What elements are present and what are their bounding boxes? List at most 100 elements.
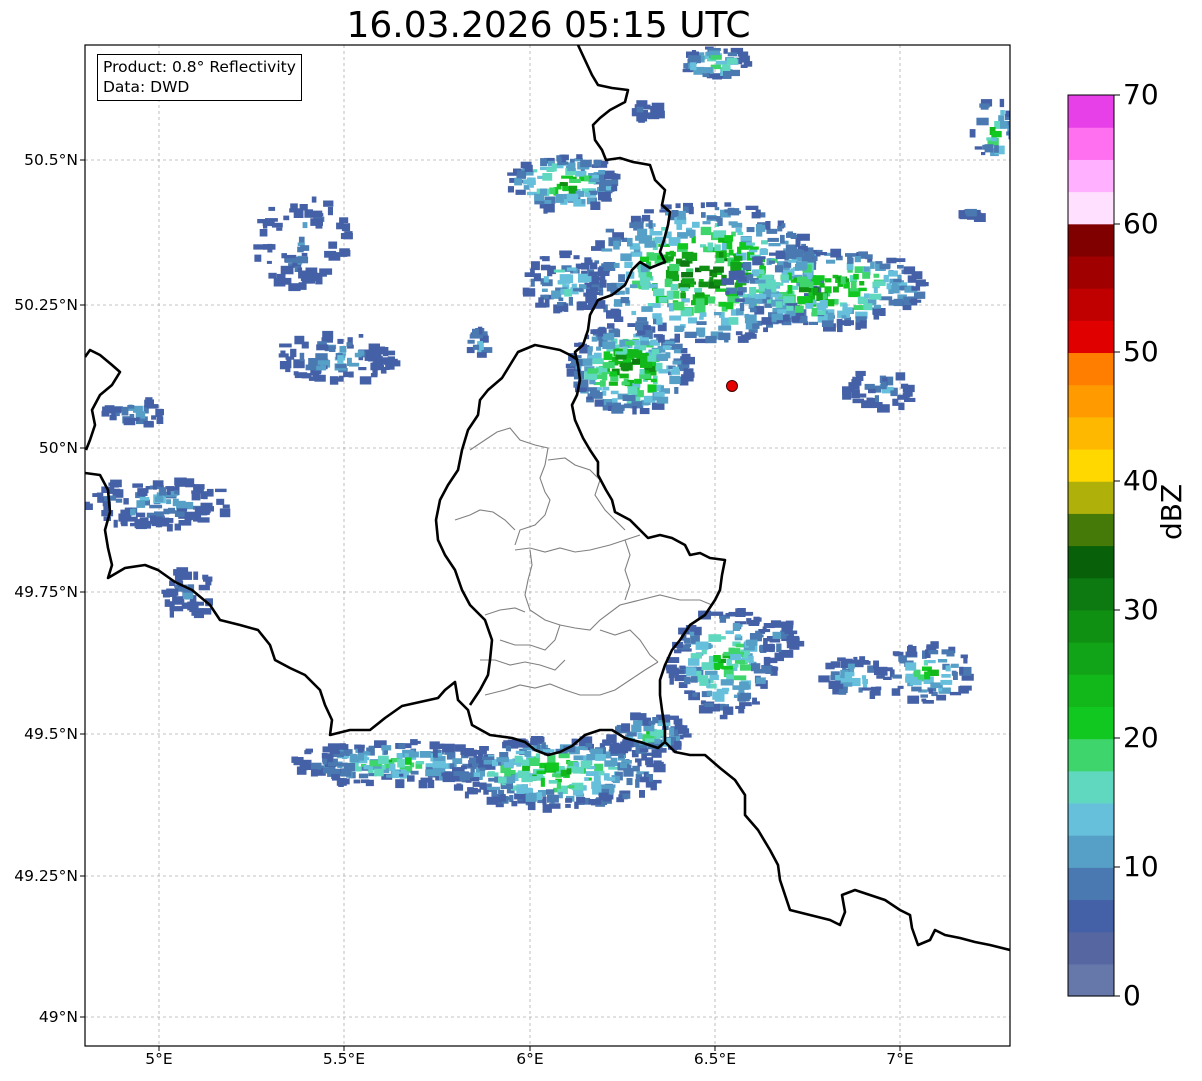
radar-echo-cell xyxy=(637,228,648,238)
canton-borders xyxy=(454,427,713,696)
radar-echo-cell xyxy=(268,206,276,211)
radar-echo-cell xyxy=(966,208,977,217)
radar-echo-cell xyxy=(684,676,691,685)
radar-echo-cell xyxy=(536,792,542,800)
radar-echo-cell xyxy=(725,290,730,295)
radar-echo-cell xyxy=(583,160,588,166)
radar-echo-cell xyxy=(694,305,706,314)
radar-echo-cell xyxy=(888,299,900,306)
radar-echo-cell xyxy=(783,296,795,303)
radar-echo-cell xyxy=(752,697,757,705)
radar-echo-cell xyxy=(602,798,611,802)
radar-echo-cell xyxy=(701,212,706,218)
radar-echo-cell xyxy=(566,267,577,271)
radar-echo-cell xyxy=(713,266,724,273)
radar-echo-cell xyxy=(674,333,680,343)
colorbar-label: 20 xyxy=(1123,721,1159,754)
radar-echo-cell xyxy=(848,257,854,264)
radar-echo-cell xyxy=(328,252,341,261)
colorbar-segment xyxy=(1068,416,1114,450)
radar-echo-cell xyxy=(794,305,804,313)
radar-echo-cell xyxy=(166,499,172,505)
radar-echo-cell xyxy=(140,411,146,419)
radar-echo-cell xyxy=(622,394,636,401)
radar-echo-cell xyxy=(722,243,727,251)
radar-echo-cell xyxy=(681,272,693,278)
radar-echo-cell xyxy=(763,327,768,333)
radar-echo-cell xyxy=(723,48,728,54)
radar-echo-cell xyxy=(640,340,649,346)
radar-echo-cell xyxy=(833,298,839,305)
radar-echo-cell xyxy=(707,242,714,251)
radar-echo-cell xyxy=(509,740,515,745)
colorbar-segment xyxy=(1068,642,1114,675)
radar-echo-cell xyxy=(542,173,553,181)
radar-echo-cell xyxy=(464,791,469,799)
radar-echo-cell xyxy=(143,422,154,428)
radar-echo-cell xyxy=(636,100,648,107)
radar-echo-cell xyxy=(892,398,899,406)
radar-echo-cell xyxy=(113,519,118,528)
radar-echo-cell xyxy=(681,251,694,259)
radar-echo-cell xyxy=(647,355,656,362)
radar-echo-cell xyxy=(708,634,722,642)
radar-echo-cell xyxy=(173,569,180,576)
radar-echo-cell xyxy=(716,688,729,695)
radar-echo-cell xyxy=(748,619,760,626)
radar-echo-cell xyxy=(620,253,632,261)
radar-echo-cell xyxy=(398,743,406,750)
radar-echo-cell xyxy=(321,753,328,759)
radar-echo-cell xyxy=(172,596,185,605)
radar-echo-cell xyxy=(253,244,266,250)
radar-echo-cell xyxy=(595,754,606,761)
radar-echo-cell xyxy=(740,64,748,68)
radar-echo-cell xyxy=(295,256,309,264)
radar-echo-cell xyxy=(558,753,570,759)
radar-echo-cell xyxy=(152,480,164,487)
radar-echo-cell xyxy=(178,520,192,526)
data-source-text: Data: DWD xyxy=(103,78,190,96)
radar-echo-cell xyxy=(704,702,714,707)
radar-echo-cell xyxy=(911,286,921,291)
radar-echo-cell xyxy=(713,230,727,238)
radar-echo-cell xyxy=(915,282,929,287)
radar-echo-cell xyxy=(745,205,759,210)
radar-echo-cell xyxy=(263,220,268,229)
colorbar-segment xyxy=(1068,835,1114,868)
radar-echo-cell xyxy=(843,307,852,314)
radar-echo-cell xyxy=(546,762,559,772)
radar-echo-cell xyxy=(347,357,352,366)
radar-echo-cell xyxy=(575,263,587,270)
radar-echo-cell xyxy=(658,334,665,343)
radar-echo-cell xyxy=(546,167,555,172)
radar-echo-cell xyxy=(586,754,596,761)
colorbar-segment xyxy=(1068,320,1114,354)
radar-echo-cell xyxy=(410,770,419,775)
radar-echo-cell xyxy=(368,745,375,752)
radar-echo-cell xyxy=(864,254,873,260)
radar-echo-cell xyxy=(310,769,318,777)
radar-echo-cell xyxy=(937,659,948,663)
radar-echo-cell xyxy=(722,706,734,715)
radar-echo-cell xyxy=(772,631,782,639)
radar-echo-cell xyxy=(606,283,612,292)
radar-echo-cell xyxy=(844,671,853,679)
colorbar-segment xyxy=(1068,963,1114,997)
radar-echo-cell xyxy=(870,686,881,696)
radar-echo-cell xyxy=(826,259,836,264)
radar-echo-cell xyxy=(339,217,349,223)
radar-echo-cell xyxy=(639,408,650,415)
radar-echo-cell xyxy=(681,374,688,378)
radar-echo-cell xyxy=(620,790,631,794)
radar-echo-cell xyxy=(569,178,581,183)
radar-echo-cell xyxy=(129,419,135,424)
radar-echo-cell xyxy=(596,346,602,351)
radar-echo-cell xyxy=(920,694,928,698)
radar-echo-cell xyxy=(139,497,150,501)
radar-echo-cell xyxy=(884,667,893,672)
radar-echo-cell xyxy=(755,677,766,684)
radar-map xyxy=(80,44,1120,1051)
radar-echo-cell xyxy=(732,274,745,280)
radar-echo-cell xyxy=(601,372,608,381)
colorbar-segment xyxy=(1068,255,1114,289)
